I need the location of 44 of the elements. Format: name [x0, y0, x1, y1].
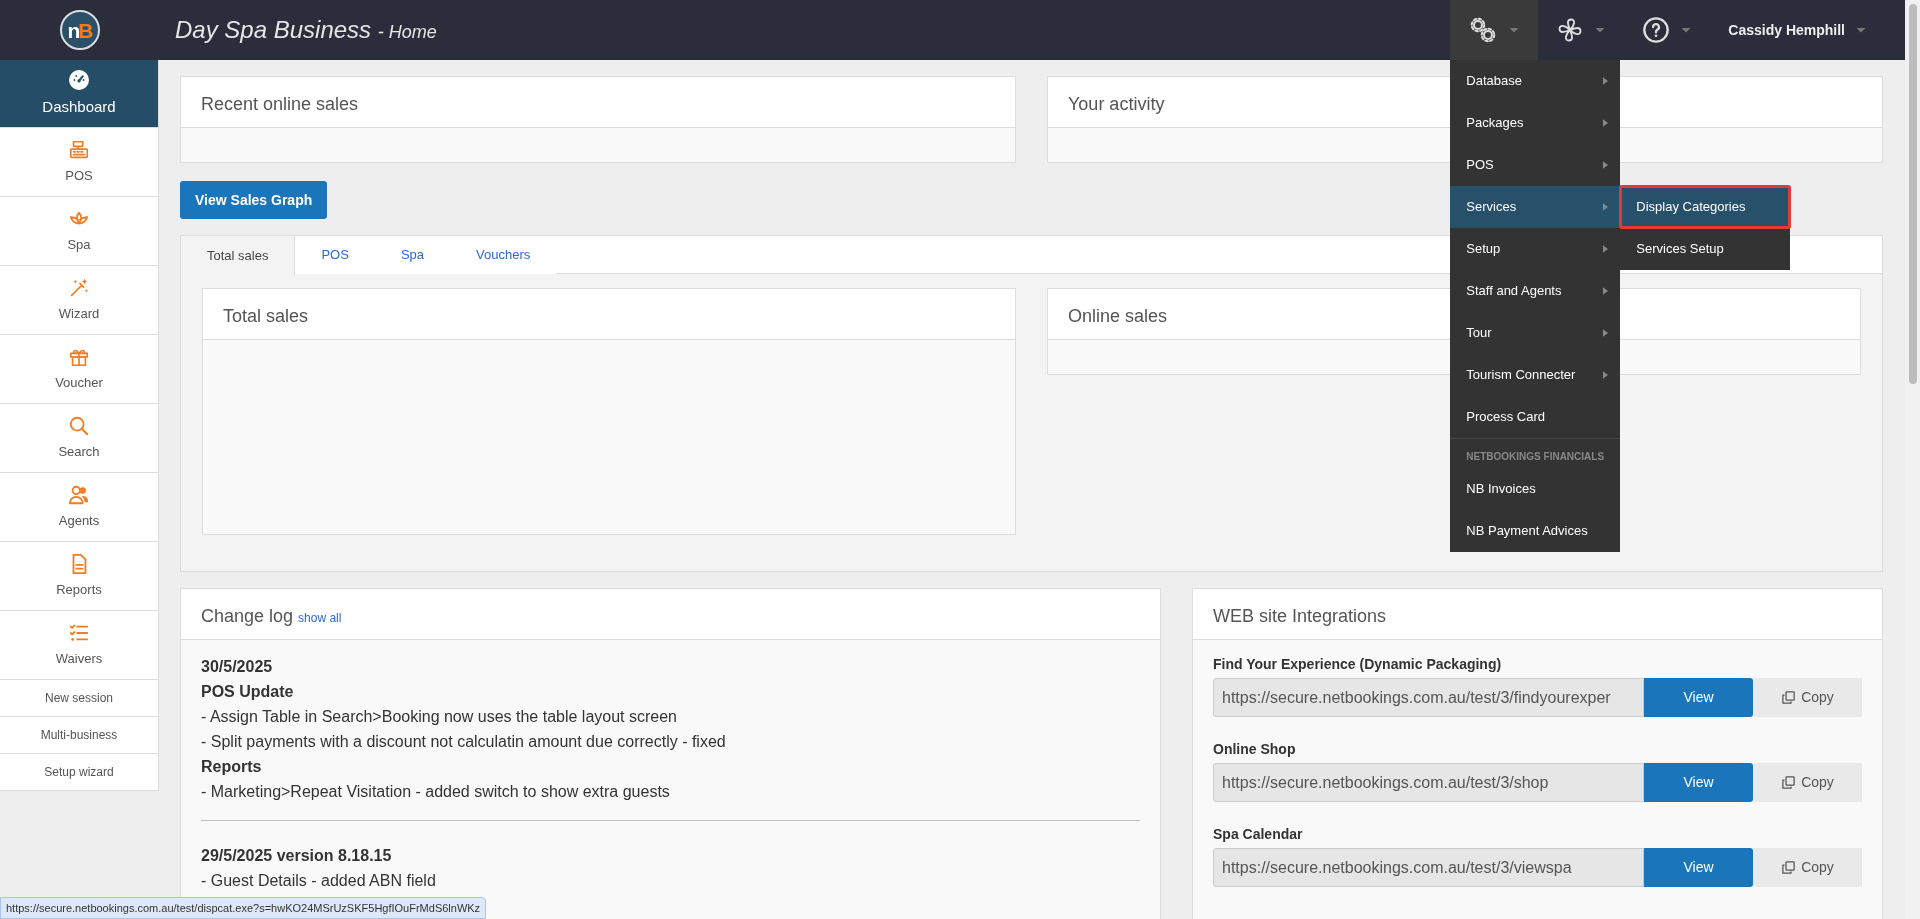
- view-button[interactable]: View: [1644, 763, 1753, 802]
- tab[interactable]: Total sales: [181, 236, 296, 275]
- page-title: Day Spa Business - Home: [175, 15, 437, 45]
- card-title: Recent online sales: [181, 77, 1015, 128]
- card-title: WEB site Integrations: [1193, 589, 1882, 640]
- log-heading: Reports: [201, 757, 263, 777]
- status-url: https://secure.netbookings.com.au/test/dispcat.exe?s=hwKO24MSrUzSKF5HgfIOuFrMdS6lnWKz: [0, 896, 487, 919]
- view-button[interactable]: View: [1644, 678, 1753, 717]
- search-icon: [68, 414, 90, 437]
- log-entry: - Assign Table in Search>Booking now uses the table layout screen: [201, 707, 678, 727]
- register-icon: [68, 138, 90, 161]
- copy-button[interactable]: Copy: [1753, 848, 1862, 887]
- log-entry: - Marketing>Repeat Visitation - added switch to show extra guests: [201, 782, 671, 802]
- url-field[interactable]: https://secure.netbookings.com.au/test/3/findyourexper: [1213, 678, 1644, 717]
- users-icon: [68, 483, 90, 506]
- user-menu-button[interactable]: Cassidy Hemphill: [1710, 0, 1885, 60]
- copy-button[interactable]: Copy: [1753, 678, 1862, 717]
- show-all-link[interactable]: show all: [298, 611, 342, 625]
- sidebar-item[interactable]: Dashboard: [0, 60, 158, 128]
- view-sales-graph-button[interactable]: View Sales Graph: [180, 181, 328, 219]
- card-title: Change log: [201, 606, 294, 626]
- logo[interactable]: nB: [59, 10, 100, 50]
- help-icon: [1642, 16, 1671, 44]
- field-label: Online Shop: [1213, 740, 1297, 759]
- menu-item[interactable]: Services: [1450, 186, 1621, 228]
- copy-button[interactable]: Copy: [1753, 763, 1862, 802]
- log-heading: POS Update: [201, 682, 295, 702]
- settings-button[interactable]: [1450, 0, 1539, 60]
- gauge-icon: [68, 68, 90, 91]
- view-button[interactable]: View: [1644, 848, 1753, 887]
- field-label: Spa Calendar: [1213, 825, 1304, 844]
- magic-wand-icon: [68, 276, 90, 299]
- log-entry: - Guest Details - added ABN field: [201, 871, 437, 891]
- field-label: Find Your Experience (Dynamic Packaging): [1213, 655, 1503, 674]
- submenu-item[interactable]: Display Categories: [1620, 186, 1791, 228]
- card-title: Total sales: [203, 289, 1015, 340]
- log-entry: - Split payments with a discount not calculatin amount due correctly - fixed: [201, 732, 727, 752]
- copy-icon: [1781, 690, 1797, 705]
- copy-icon: [1781, 860, 1797, 875]
- url-field[interactable]: https://secure.netbookings.com.au/test/3/viewspa: [1213, 848, 1644, 887]
- log-date: 30/5/2025: [201, 657, 274, 677]
- copy-icon: [1781, 775, 1797, 790]
- log-date: 29/5/2025 version 8.18.15: [201, 846, 393, 866]
- url-field[interactable]: https://secure.netbookings.com.au/test/3/shop: [1213, 763, 1644, 802]
